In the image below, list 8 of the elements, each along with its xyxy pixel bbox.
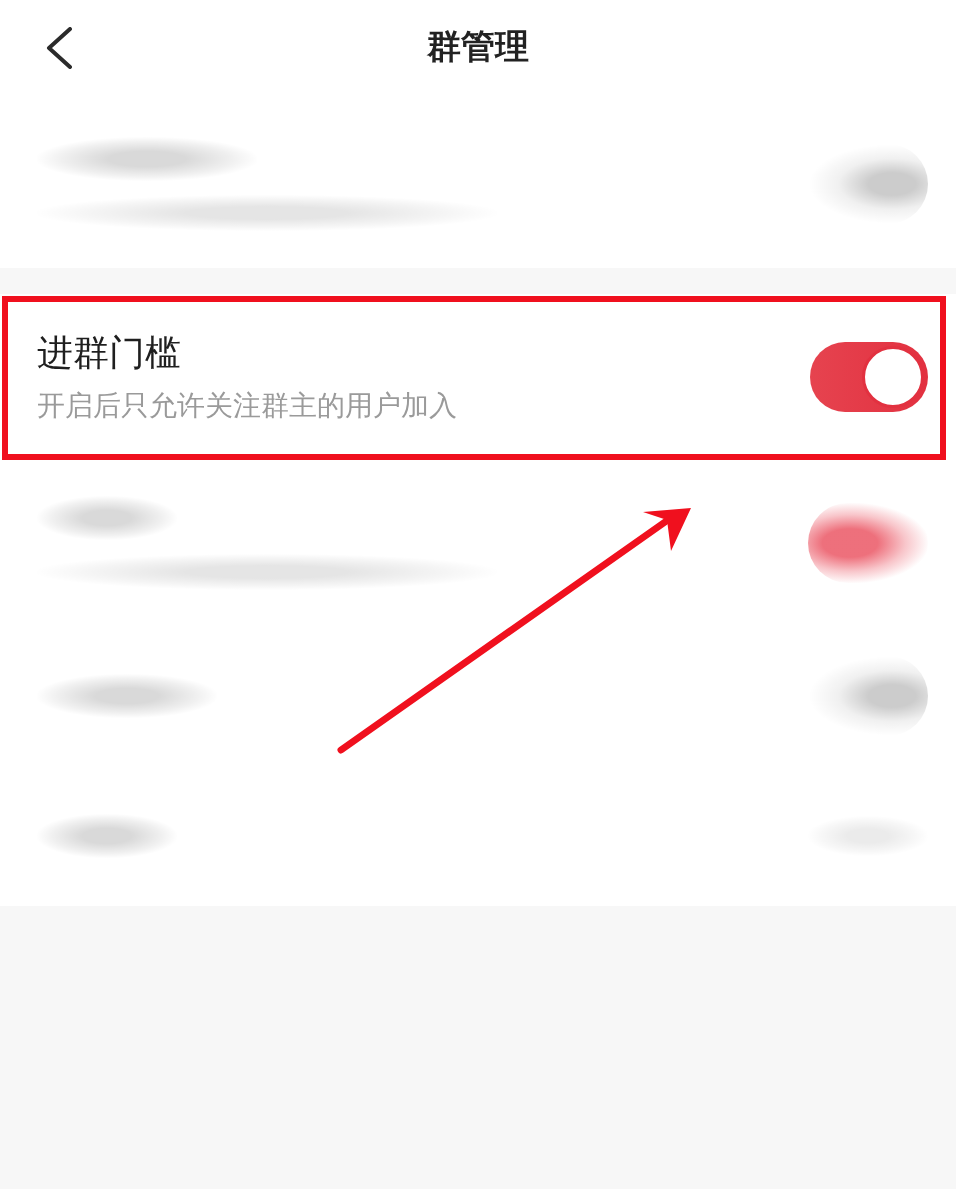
setting-description: 开启后只允许关注群主的用户加入 — [37, 389, 457, 423]
setting-row[interactable] — [0, 460, 956, 626]
back-icon — [45, 27, 73, 69]
setting-title: 进群门槛 — [37, 331, 181, 375]
setting-row[interactable] — [0, 766, 956, 906]
setting-row[interactable]: 进群门槛 开启后只允许关注群主的用户加入 — [0, 294, 956, 460]
page-title: 群管理 — [427, 25, 529, 68]
setting-row[interactable] — [0, 100, 956, 268]
